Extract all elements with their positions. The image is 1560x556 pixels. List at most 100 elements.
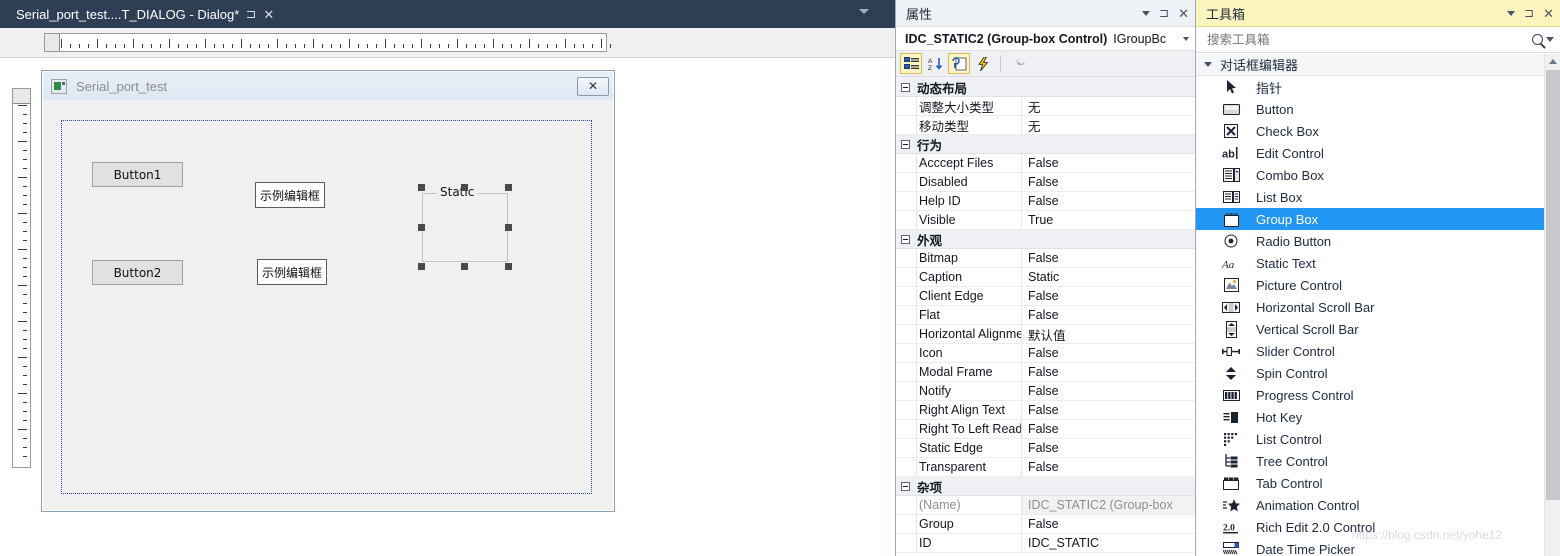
property-value[interactable]: True [1021, 211, 1195, 229]
scrollbar-thumb[interactable] [1546, 70, 1560, 500]
resize-handle-nw[interactable] [418, 184, 425, 191]
horizontal-ruler-thumb[interactable] [45, 34, 60, 51]
scroll-up-icon[interactable] [1549, 59, 1557, 64]
property-row[interactable]: Modal Frame False [896, 363, 1195, 382]
toolbox-search-row[interactable] [1196, 27, 1560, 53]
chevron-down-icon[interactable] [859, 9, 869, 14]
close-icon[interactable]: ✕ [263, 8, 274, 21]
collapse-toggle-icon[interactable] [901, 82, 910, 92]
property-value[interactable]: False [1021, 439, 1195, 457]
property-value[interactable]: False [1021, 154, 1195, 172]
design-control-button1[interactable]: Button1 [92, 162, 183, 187]
collapse-toggle-icon[interactable] [901, 481, 910, 491]
property-value[interactable]: IDC_STATIC2 (Group-box [1021, 496, 1195, 514]
toolbox-item-animation-control[interactable]: Animation Control [1196, 494, 1560, 516]
toolbox-item-date-time-picker[interactable]: Date Time Picker [1196, 538, 1560, 556]
toolbox-item-edit-control[interactable]: ab Edit Control [1196, 142, 1560, 164]
toolbox-item-progress-control[interactable]: Progress Control [1196, 384, 1560, 406]
property-row[interactable]: Acccept Files False [896, 154, 1195, 173]
toolbox-item-[interactable]: 指针 [1196, 76, 1560, 98]
property-group-header[interactable]: 杂项 [896, 477, 1195, 496]
property-value[interactable]: False [1021, 363, 1195, 381]
property-row[interactable]: 移动类型 无 [896, 116, 1195, 135]
property-row[interactable]: 调整大小类型 无 [896, 97, 1195, 116]
toolbox-list[interactable]: 对话框编辑器 指针 Button Check Box ab Edit Control Co… [1196, 54, 1560, 556]
chevron-down-icon[interactable] [1183, 36, 1189, 41]
property-row[interactable]: Horizontal Alignment默认值 [896, 325, 1195, 344]
property-value[interactable]: False [1021, 420, 1195, 438]
properties-grid[interactable]: 动态布局 调整大小类型无移动类型无行为 Acccept Files False Disa… [896, 78, 1195, 556]
property-value[interactable]: Static [1021, 268, 1195, 286]
close-icon[interactable]: ✕ [1178, 7, 1189, 20]
events-icon[interactable] [972, 53, 994, 74]
property-value[interactable]: False [1021, 458, 1195, 476]
property-value[interactable]: False [1021, 287, 1195, 305]
chevron-down-icon[interactable] [1546, 37, 1554, 42]
toolbox-scrollbar[interactable] [1544, 54, 1560, 556]
property-row[interactable]: Visible True [896, 211, 1195, 230]
close-icon[interactable]: ✕ [1543, 7, 1554, 20]
toolbox-item-combo-box[interactable]: Combo Box [1196, 164, 1560, 186]
property-row[interactable]: Group False [896, 515, 1195, 534]
search-input[interactable] [1205, 31, 1505, 48]
property-value[interactable]: IDC_STATIC [1021, 534, 1195, 552]
resize-handle-n[interactable] [461, 184, 468, 191]
property-row[interactable]: Icon False [896, 344, 1195, 363]
property-row[interactable]: Bitmap False [896, 249, 1195, 268]
toolbox-item-vertical-scroll-bar[interactable]: Vertical Scroll Bar [1196, 318, 1560, 340]
property-row[interactable]: Disabled False [896, 173, 1195, 192]
chevron-down-icon[interactable] [1507, 10, 1516, 16]
categorized-view-icon[interactable] [900, 53, 922, 74]
vertical-ruler[interactable] [12, 88, 31, 468]
properties-object-selector[interactable]: IDC_STATIC2 (Group-box Control) IGroupBc [896, 27, 1195, 51]
property-group-header[interactable]: 外观 [896, 230, 1195, 249]
design-control-groupbox-static[interactable]: Static [422, 185, 508, 262]
resize-handle-se[interactable] [505, 263, 512, 270]
alphabetical-sort-icon[interactable]: A Z [924, 53, 946, 74]
property-row[interactable]: ID IDC_STATIC [896, 534, 1195, 553]
resize-handle-w[interactable] [418, 224, 425, 231]
chevron-down-icon[interactable] [1142, 10, 1151, 16]
design-control-edit2[interactable]: 示例编辑框 [257, 259, 327, 285]
property-value[interactable]: 无 [1021, 116, 1195, 134]
resize-handle-ne[interactable] [505, 184, 512, 191]
toolbox-item-list-control[interactable]: List Control [1196, 428, 1560, 450]
toolbox-item-static-text[interactable]: Aa Static Text [1196, 252, 1560, 274]
property-row[interactable]: Right To Left ReadingFalse [896, 420, 1195, 439]
property-value[interactable]: 无 [1021, 97, 1195, 115]
property-value[interactable]: False [1021, 173, 1195, 191]
property-row[interactable]: (Name) IDC_STATIC2 (Group-box [896, 496, 1195, 515]
property-row[interactable]: Caption Static [896, 268, 1195, 287]
editor-canvas[interactable]: Serial_port_test ✕ Button1 Button2 示例编辑框… [0, 58, 895, 556]
toolbox-item-tree-control[interactable]: Tree Control [1196, 450, 1560, 472]
property-value[interactable]: False [1021, 249, 1195, 267]
toolbox-item-slider-control[interactable]: Slider Control [1196, 340, 1560, 362]
property-value[interactable]: False [1021, 306, 1195, 324]
property-row[interactable]: Notify False [896, 382, 1195, 401]
design-control-edit1[interactable]: 示例编辑框 [255, 182, 325, 208]
toolbox-item-rich-edit-2-0-control[interactable]: 2.0 Rich Edit 2.0 Control [1196, 516, 1560, 538]
property-value[interactable]: False [1021, 192, 1195, 210]
property-value[interactable]: False [1021, 401, 1195, 419]
toolbox-item-tab-control[interactable]: Tab Control [1196, 472, 1560, 494]
resize-handle-s[interactable] [461, 263, 468, 270]
collapse-toggle-icon[interactable] [901, 139, 910, 149]
toolbox-item-radio-button[interactable]: Radio Button [1196, 230, 1560, 252]
toolbox-item-picture-control[interactable]: Picture Control [1196, 274, 1560, 296]
property-group-header[interactable]: 行为 [896, 135, 1195, 154]
collapse-toggle-icon[interactable] [901, 234, 910, 244]
pin-icon[interactable]: ⊐ [246, 8, 257, 20]
resize-handle-sw[interactable] [418, 263, 425, 270]
property-row[interactable]: Help ID False [896, 192, 1195, 211]
design-dialog-close-button[interactable]: ✕ [577, 76, 609, 96]
property-value[interactable]: False [1021, 382, 1195, 400]
toolbox-item-list-box[interactable]: List Box [1196, 186, 1560, 208]
property-row[interactable]: Client Edge False [896, 287, 1195, 306]
toolbox-item-group-box[interactable]: Group Box [1196, 208, 1560, 230]
design-dialog-client[interactable]: Button1 Button2 示例编辑框 示例编辑框 Static [43, 100, 613, 510]
property-row[interactable]: Static Edge False [896, 439, 1195, 458]
property-value[interactable]: False [1021, 344, 1195, 362]
property-value[interactable]: 默认值 [1021, 325, 1195, 343]
toolbox-item-check-box[interactable]: Check Box [1196, 120, 1560, 142]
property-row[interactable]: Flat False [896, 306, 1195, 325]
